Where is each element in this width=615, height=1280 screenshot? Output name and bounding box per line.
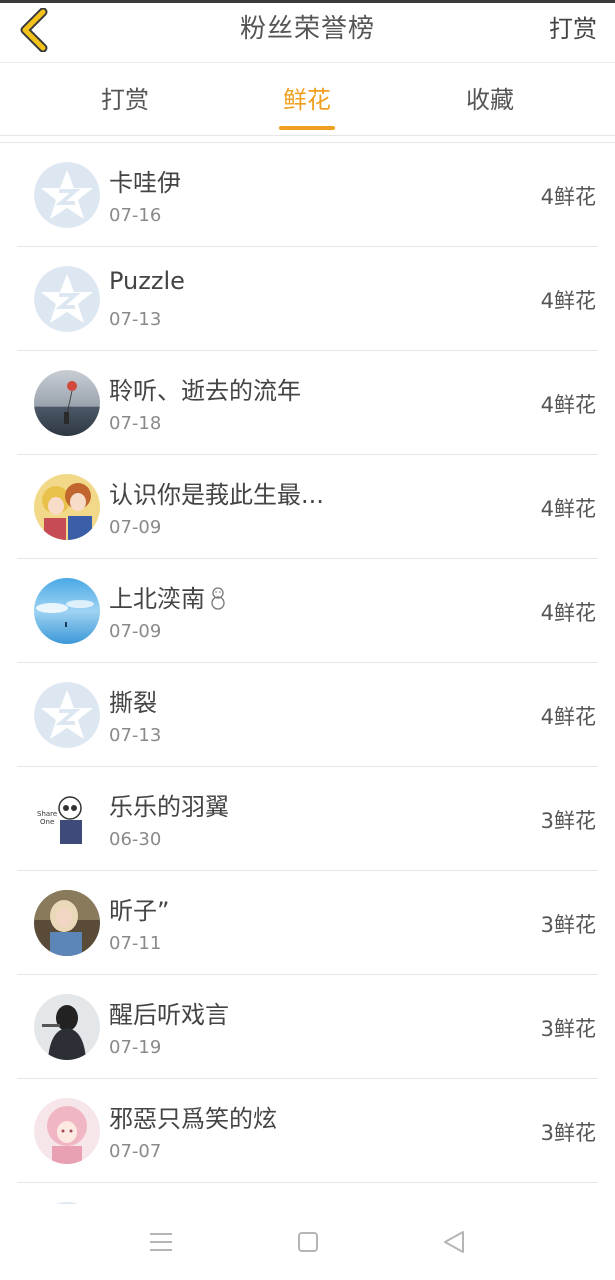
system-nav-bar xyxy=(0,1204,615,1280)
fan-list[interactable]: 卡哇伊 07-16 4鲜花 Puzzle 07-13 4鲜花 聆听、逝去的流年 … xyxy=(0,142,615,1204)
app-header: 粉丝荣誉榜 打赏 xyxy=(0,3,615,63)
avatar[interactable] xyxy=(34,994,100,1060)
reward-button[interactable]: 打赏 xyxy=(549,3,597,55)
tab-bar: 打赏 鲜花 收藏 xyxy=(0,64,615,136)
avatar[interactable] xyxy=(34,1098,100,1164)
tab-favorites[interactable]: 收藏 xyxy=(400,64,580,136)
fan-name: 醒后听戏言 xyxy=(109,1001,229,1029)
list-item[interactable]: Share One 乐乐的羽翼 06-30 3鲜花 xyxy=(17,767,598,871)
tab-label: 收藏 xyxy=(466,86,514,114)
svg-text:Share: Share xyxy=(37,810,57,818)
default-qzone-avatar-icon xyxy=(34,162,100,228)
fan-name: 认识你是莪此生最... xyxy=(109,481,324,509)
list-item[interactable]: 聆听、逝去的流年 07-18 4鲜花 xyxy=(17,351,598,455)
list-item[interactable] xyxy=(17,1183,598,1204)
menu-icon xyxy=(150,1233,172,1251)
pink-anime-photo-icon xyxy=(34,1098,100,1164)
fan-name: 卡哇伊 xyxy=(109,169,181,197)
flower-count: 4鲜花 xyxy=(540,705,596,729)
blue-sky-photo-icon xyxy=(34,578,100,644)
fan-date: 07-16 xyxy=(109,205,162,226)
sketch-boy-photo-icon: ShareOne xyxy=(34,786,100,852)
active-tab-indicator xyxy=(279,126,335,130)
avatar[interactable] xyxy=(34,266,100,332)
list-item[interactable]: 认识你是莪此生最... 07-09 4鲜花 xyxy=(17,455,598,559)
tab-reward[interactable]: 打赏 xyxy=(35,64,215,136)
flower-count: 3鲜花 xyxy=(540,1121,596,1145)
tab-label: 鲜花 xyxy=(283,86,331,114)
avatar[interactable] xyxy=(34,474,100,540)
girl-blonde-photo-icon xyxy=(34,890,100,956)
fan-name: 撕裂 xyxy=(109,689,157,717)
flower-count: 4鲜花 xyxy=(540,497,596,521)
flower-count: 3鲜花 xyxy=(540,1017,596,1041)
home-button[interactable] xyxy=(288,1222,328,1262)
tab-flowers[interactable]: 鲜花 xyxy=(217,64,397,136)
snowman-icon xyxy=(211,587,225,610)
anime-couple-photo-icon xyxy=(34,474,100,540)
fan-date: 07-07 xyxy=(109,1141,162,1162)
tab-label: 打赏 xyxy=(101,86,149,114)
avatar[interactable] xyxy=(34,578,100,644)
page-title: 粉丝荣誉榜 xyxy=(239,14,375,44)
list-item[interactable]: 邪惡只爲笑的炫 07-07 3鲜花 xyxy=(17,1079,598,1183)
fan-date: 07-11 xyxy=(109,933,162,954)
fan-date: 07-09 xyxy=(109,517,162,538)
avatar[interactable] xyxy=(34,682,100,748)
avatar[interactable] xyxy=(34,890,100,956)
list-item[interactable]: 撕裂 07-13 4鲜花 xyxy=(17,663,598,767)
dark-hair-girl-photo-icon xyxy=(34,994,100,1060)
sea-balloon-photo-icon xyxy=(34,370,100,436)
fan-name: 聆听、逝去的流年 xyxy=(109,377,301,405)
flower-count: 4鲜花 xyxy=(540,601,596,625)
fan-date: 07-18 xyxy=(109,413,162,434)
flower-count: 4鲜花 xyxy=(540,393,596,417)
fan-date: 06-30 xyxy=(109,829,162,850)
svg-text:One: One xyxy=(40,818,54,826)
fan-name: 上北湙南 xyxy=(109,579,229,614)
flower-count: 3鲜花 xyxy=(540,913,596,937)
avatar[interactable]: Share One xyxy=(34,786,100,852)
default-qzone-avatar-icon xyxy=(34,682,100,748)
menu-button[interactable] xyxy=(141,1222,181,1262)
system-back-button[interactable] xyxy=(434,1222,474,1262)
list-item[interactable]: Puzzle 07-13 4鲜花 xyxy=(17,247,598,351)
avatar[interactable] xyxy=(34,370,100,436)
flower-count: 3鲜花 xyxy=(540,809,596,833)
fan-name: Puzzle xyxy=(109,267,185,295)
fan-date: 07-13 xyxy=(109,309,162,330)
list-item[interactable]: 卡哇伊 07-16 4鲜花 xyxy=(17,143,598,247)
fan-name-text: 上北湙南 xyxy=(109,585,205,613)
flower-count: 4鲜花 xyxy=(540,185,596,209)
flower-count: 4鲜花 xyxy=(540,289,596,313)
avatar[interactable] xyxy=(34,162,100,228)
list-item[interactable]: 醒后听戏言 07-19 3鲜花 xyxy=(17,975,598,1079)
fan-date: 07-19 xyxy=(109,1037,162,1058)
fan-name: 邪惡只爲笑的炫 xyxy=(109,1105,277,1133)
back-triangle-icon xyxy=(444,1231,464,1253)
fan-date: 07-09 xyxy=(109,621,162,642)
fan-date: 07-13 xyxy=(109,725,162,746)
fan-name: 昕子” xyxy=(109,897,170,925)
home-icon xyxy=(298,1232,318,1252)
list-item[interactable]: 昕子” 07-11 3鲜花 xyxy=(17,871,598,975)
default-qzone-avatar-icon xyxy=(34,266,100,332)
fan-name: 乐乐的羽翼 xyxy=(109,793,229,821)
list-item[interactable]: 上北湙南 07-09 4鲜花 xyxy=(17,559,598,663)
